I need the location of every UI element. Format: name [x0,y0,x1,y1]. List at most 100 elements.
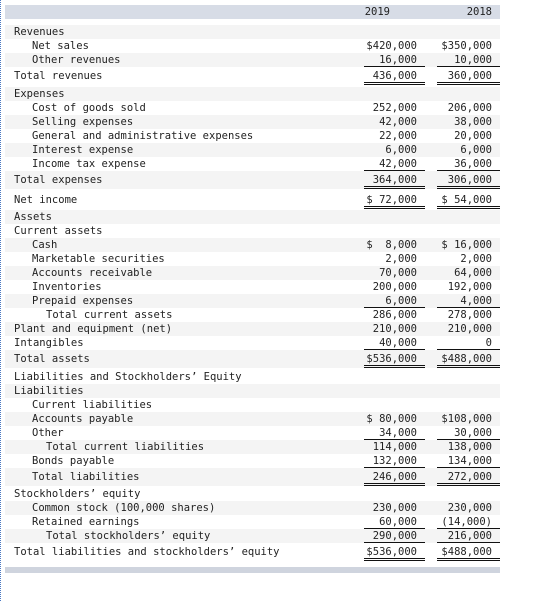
value-2019: 42,000 [364,157,425,171]
value-2019: 40,000 [364,336,425,350]
row-label: Other [32,427,64,439]
statement-row: Prepaid expenses 6,000 4,000 [5,294,500,308]
value-2019: 70,000 [379,267,417,279]
row-label: Cost of goods sold [32,102,146,114]
statement-row: Liabilities [5,384,500,398]
value-2018: 216,000 [437,529,500,543]
row-label: Prepaid expenses [32,295,134,307]
value-2018: $ 16,000 [441,239,492,251]
value-2018: 4,000 [437,294,500,308]
statement-row: Common stock (100,000 shares) 230,000 230,… [5,501,500,515]
value-2019: 286,000 [372,309,417,321]
row-label: Accounts payable [32,413,134,425]
row-label: Other revenues [32,54,121,66]
statement-row: Total liabilities 246,000 272,000 [5,468,500,486]
value-2019 [364,487,425,501]
statement-row: Total current liabilities 114,000 138,000 [5,440,500,454]
statement-row: Intangibles 40,000 0 [5,336,500,350]
value-2019: $536,000 [364,543,425,561]
value-2019: $ 8,000 [366,239,417,251]
statement-row: Total liabilities and stockholders’ equi… [5,543,500,561]
value-2018: (14,000) [437,515,500,529]
row-label: Net sales [32,40,89,52]
row-label: Intangibles [14,337,84,349]
value-2018 [437,398,500,412]
row-label: Stockholders’ equity [14,488,141,500]
left-dotted-border [0,0,1,601]
value-2019: 252,000 [372,102,417,114]
row-label: Current assets [14,225,103,237]
header-2018: 2018 [466,6,492,18]
value-2019: 364,000 [364,171,425,189]
value-2018: 138,000 [447,441,492,453]
value-2019 [364,224,425,238]
statement-row: Accounts receivable 70,000 64,000 [5,266,500,280]
row-label: Accounts receivable [32,267,153,279]
row-label: Revenues [14,26,65,38]
value-2018: 210,000 [447,323,492,335]
value-2018 [437,384,500,398]
value-2019: 290,000 [364,529,425,543]
value-2019 [364,384,425,398]
value-2019: 22,000 [379,130,417,142]
row-label: Net income [14,194,78,206]
value-2019: 6,000 [385,144,417,156]
value-2019: 210,000 [372,323,417,335]
value-2019: 200,000 [372,281,417,293]
row-label: Cash [32,239,58,251]
value-2018 [437,224,500,238]
row-label: Current liabilities [32,399,153,411]
value-2018: 38,000 [454,116,492,128]
value-2018: 6,000 [460,144,492,156]
value-2019: 246,000 [364,468,425,486]
row-label: Liabilities and Stockholders’ Equity [14,371,242,383]
value-2019: 114,000 [372,441,417,453]
header-2019: 2019 [364,6,390,18]
statement-row: Accounts payable $ 80,000 $108,000 [5,412,500,426]
value-2019: 132,000 [364,454,425,468]
value-2018: 272,000 [437,468,500,486]
statement-row: Revenues [5,25,500,39]
row-label: Marketable securities [32,253,165,265]
value-2018: 192,000 [447,281,492,293]
value-2019: 16,000 [364,53,425,67]
statement-row: Marketable securities 2,000 2,000 [5,252,500,266]
statement-row: Cost of goods sold 252,000 206,000 [5,101,500,115]
value-2018 [437,87,500,101]
row-label: Total assets [14,353,90,365]
value-2018: 64,000 [454,267,492,279]
row-label: Plant and equipment (net) [14,323,173,335]
value-2019: 34,000 [364,426,425,440]
value-2018: 30,000 [437,426,500,440]
statement-row: General and administrative expenses 22,00… [5,129,500,143]
row-label: Total expenses [14,174,103,186]
value-2018 [437,487,500,501]
row-label: Total revenues [14,70,103,82]
value-2018: 134,000 [437,454,500,468]
row-label: Expenses [14,88,65,100]
row-label: Total liabilities and stockholders’ equi… [14,546,280,558]
statement-row: Assets [5,210,500,224]
statement-row: Total current assets 286,000 278,000 [5,308,500,322]
value-2018: $350,000 [441,40,492,52]
statement-row: Stockholders’ equity [5,487,500,501]
table-footer-bar [5,567,500,573]
value-2018 [437,25,500,39]
row-label: Total stockholders’ equity [46,530,211,542]
statement-row: Bonds payable 132,000 134,000 [5,454,500,468]
row-label: Total current assets [46,309,173,321]
statement-row: Total expenses 364,000 306,000 [5,171,500,189]
row-label: Liabilities [14,385,84,397]
value-2019: $ 72,000 [364,191,425,209]
statement-row: Current liabilities [5,398,500,412]
value-2018: $488,000 [437,350,500,368]
row-label: Assets [14,211,52,223]
value-2019 [364,210,425,224]
value-2018: $108,000 [441,413,492,425]
value-2018: 360,000 [437,67,500,85]
statement-row: Total stockholders’ equity 290,000 216,000 [5,529,500,543]
value-2018: 36,000 [437,157,500,171]
row-label: Bonds payable [32,455,115,467]
row-label: Total current liabilities [46,441,205,453]
value-2018: 230,000 [447,502,492,514]
